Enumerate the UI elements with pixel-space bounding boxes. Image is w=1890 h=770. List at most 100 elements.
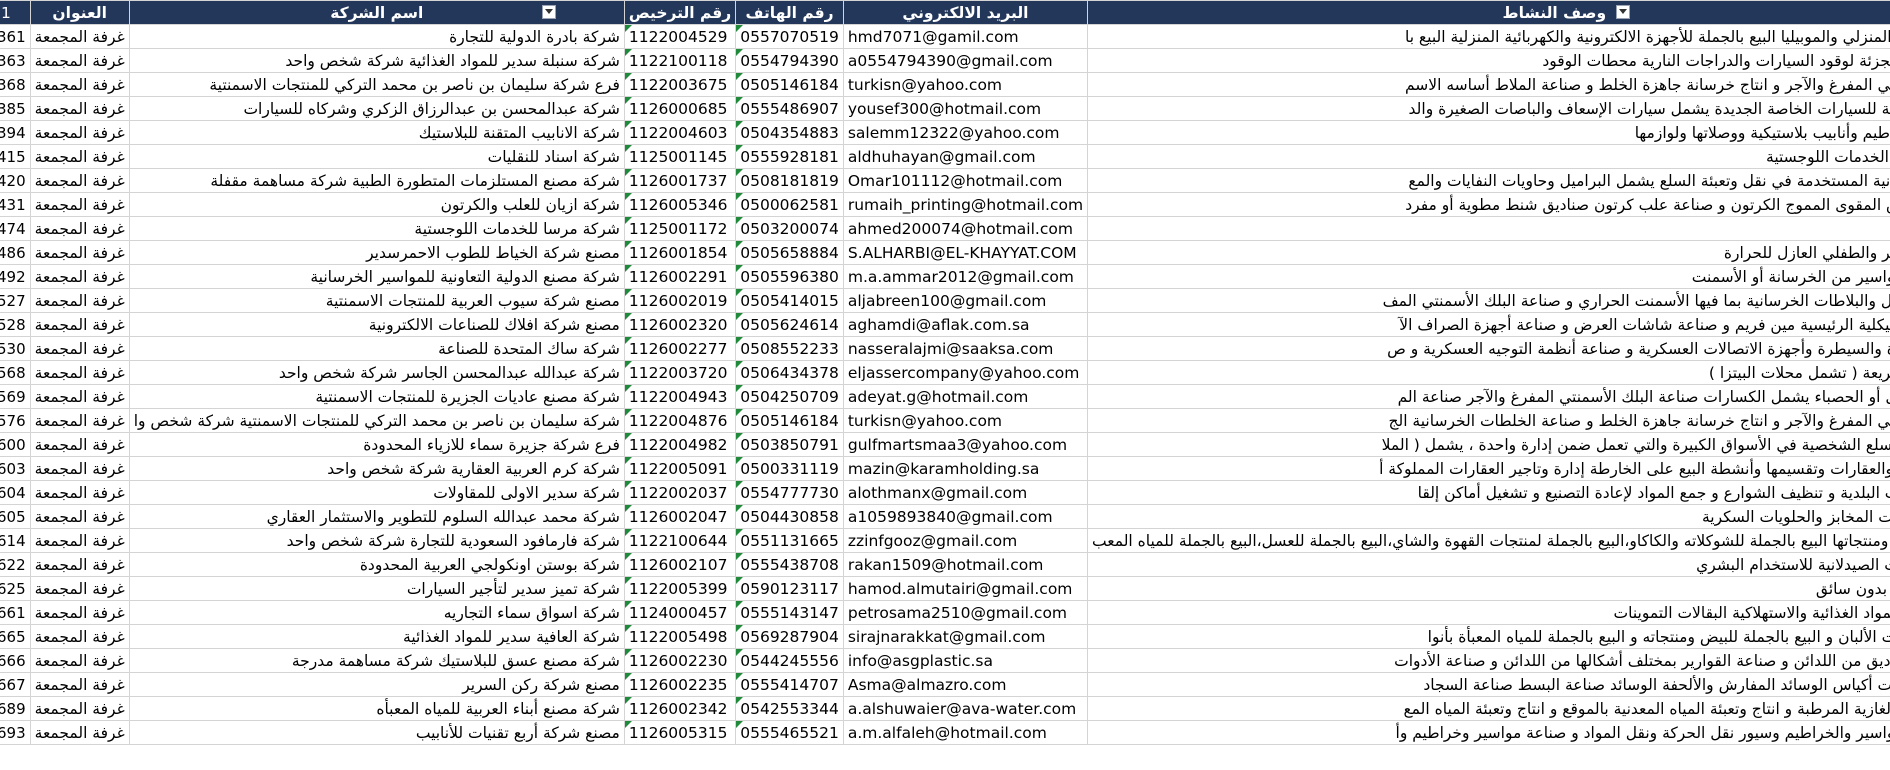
row-number[interactable]: 492 (0, 264, 31, 289)
email-cell[interactable]: aljabreen100@gmail.com (842, 288, 1089, 313)
filter-dropdown-icon[interactable] (541, 5, 556, 19)
company-name-cell[interactable]: شركة بوستن اونكولجي العربية المحدودة (128, 552, 625, 577)
email-cell[interactable]: alothmanx@gmail.com (842, 480, 1089, 505)
title-cell[interactable]: غرفة المجمعة (29, 48, 130, 73)
license-column-header[interactable]: رقم الترخيص (623, 0, 737, 25)
phone-number-cell[interactable]: 0555143147 (735, 600, 844, 625)
email-cell[interactable]: eljassercompany@yahoo.com (842, 360, 1089, 385)
email-column-header[interactable]: البريد الالكتروني (842, 0, 1089, 25)
activity-description-cell[interactable]: البيع بالجملة لمنتجات الألبان و البيع با… (1087, 624, 1890, 649)
title-cell[interactable]: غرفة المجمعة (29, 264, 130, 289)
company-name-cell[interactable]: شركة محمد عبدالله السلوم للتطوير والاستث… (128, 504, 625, 529)
email-cell[interactable]: turkisn@yahoo.com (842, 408, 1089, 433)
company-name-cell[interactable]: شركة عبدالله عبدالمحسن الجاسر شركة شخص و… (128, 360, 625, 385)
company-name-cell[interactable]: مصنع شركة ركن السرير (128, 672, 625, 697)
license-number-cell[interactable]: 1122100118 (623, 48, 737, 73)
phone-number-cell[interactable]: 0569287904 (735, 624, 844, 649)
email-cell[interactable]: aghamdi@aflak.com.sa (842, 312, 1089, 337)
title-cell[interactable]: غرفة المجمعة (29, 360, 130, 385)
company-name-cell[interactable]: شركة فارمافود السعودية للتجارة شركة شخص … (128, 528, 625, 553)
activity-description-cell[interactable]: صناعة الورق والورق المقوى المموج الكرتون… (1087, 192, 1890, 217)
company-name-cell[interactable]: شركة ساك المتحدة للصناعة (128, 336, 625, 361)
email-cell[interactable]: gulfmartsmaa3@yahoo.com (842, 432, 1089, 457)
company-column-header[interactable]: اسم الشركة (128, 0, 625, 25)
license-number-cell[interactable]: 1122004876 (623, 408, 737, 433)
activity-description-cell[interactable]: الأسواق المركزية للمواد الغذائية والاسته… (1087, 600, 1890, 625)
email-cell[interactable]: info@asgplastic.sa (842, 648, 1089, 673)
row-number-header[interactable]: 1 (0, 0, 31, 25)
activity-description-cell[interactable]: صناعة الأنابيب والمواسير والخراطيم وسيور… (1087, 720, 1890, 745)
email-cell[interactable]: a.m.alfaleh@hotmail.com (842, 720, 1089, 745)
row-number[interactable]: 385 (0, 96, 31, 121)
company-name-cell[interactable]: شركة اسناد للنقليات (128, 144, 625, 169)
activity-description-cell[interactable]: صناعة البلك الأسمنتي المفرغ والآجر و انت… (1087, 72, 1890, 97)
activity-description-cell[interactable]: صناعة أنظمة القيادة والسيطرة وأجهزة الات… (1087, 336, 1890, 361)
company-name-cell[interactable]: شركة العافية سدير للمواد الغذائية (128, 624, 625, 649)
activity-description-cell[interactable]: البيع بالتجزئة لمنتجات المخابز والحلويات… (1087, 504, 1890, 529)
title-cell[interactable]: غرفة المجمعة (29, 312, 130, 337)
email-cell[interactable]: adeyat.g@hotmail.com (842, 384, 1089, 409)
company-name-cell[interactable]: فرع شركة سليمان بن ناصر بن محمد التركي ل… (128, 72, 625, 97)
title-cell[interactable]: غرفة المجمعة (29, 648, 130, 673)
phone-number-cell[interactable]: 0554794390 (735, 48, 844, 73)
title-cell[interactable]: غرفة المجمعة (29, 216, 130, 241)
company-name-cell[interactable]: شركة الانابيب المتقنة للبلاستيك (128, 120, 625, 145)
phone-number-cell[interactable]: 0505146184 (735, 72, 844, 97)
row-number[interactable]: 568 (0, 360, 31, 385)
title-cell[interactable]: غرفة المجمعة (29, 528, 130, 553)
email-cell[interactable]: aldhuhayan@gmail.com (842, 144, 1089, 169)
row-number[interactable]: 415 (0, 144, 31, 169)
phone-number-cell[interactable]: 0554777730 (735, 480, 844, 505)
email-cell[interactable]: mazin@karamholding.sa (842, 456, 1089, 481)
email-cell[interactable]: a0554794390@gmail.com (842, 48, 1089, 73)
row-number[interactable]: 622 (0, 552, 31, 577)
row-number[interactable]: 569 (0, 384, 31, 409)
title-cell[interactable]: غرفة المجمعة (29, 168, 130, 193)
title-cell[interactable]: غرفة المجمعة (29, 432, 130, 457)
row-number[interactable]: 530 (0, 336, 31, 361)
activity-description-cell[interactable]: صناعة الأوعية المعدنية المستخدمة في نقل … (1087, 168, 1890, 193)
email-cell[interactable]: petrosama2510@gmail.com (842, 600, 1089, 625)
row-number[interactable]: 625 (0, 576, 31, 601)
title-cell[interactable]: غرفة المجمعة (29, 600, 130, 625)
phone-number-cell[interactable]: 0551131665 (735, 528, 844, 553)
title-column-header[interactable]: العنوان (29, 0, 130, 25)
phone-number-cell[interactable]: 0500331119 (735, 456, 844, 481)
title-cell[interactable]: غرفة المجمعة (29, 696, 130, 721)
phone-number-cell[interactable]: 0555438708 (735, 552, 844, 577)
phone-number-cell[interactable]: 0500062581 (735, 192, 844, 217)
email-cell[interactable]: rakan1509@hotmail.com (842, 552, 1089, 577)
filter-dropdown-icon[interactable] (1616, 5, 1631, 19)
company-name-cell[interactable]: شركة ازيان للعلب والكرتون (128, 192, 625, 217)
title-cell[interactable]: غرفة المجمعة (29, 72, 130, 97)
license-number-cell[interactable]: 1122004943 (623, 384, 737, 409)
phone-number-cell[interactable]: 0555414707 (735, 672, 844, 697)
license-number-cell[interactable]: 1126002047 (623, 504, 737, 529)
license-number-cell[interactable]: 1122003720 (623, 360, 737, 385)
phone-number-cell[interactable]: 0590123117 (735, 576, 844, 601)
license-number-cell[interactable]: 1122005399 (623, 576, 737, 601)
title-cell[interactable]: غرفة المجمعة (29, 672, 130, 697)
license-number-cell[interactable]: 1126005346 (623, 192, 737, 217)
company-name-cell[interactable]: شركة مصنع الدولية التعاونية للمواسير الخ… (128, 264, 625, 289)
email-cell[interactable]: S.ALHARBI@EL-KHAYYAT.COM (842, 240, 1089, 265)
license-number-cell[interactable]: 1122004529 (623, 24, 737, 49)
activity-description-cell[interactable]: البيع بالجملة للسكر ومنتجاتها البيع بالج… (1087, 528, 1890, 553)
license-number-cell[interactable]: 1126002235 (623, 672, 737, 697)
phone-number-cell[interactable]: 0544245556 (735, 648, 844, 673)
email-cell[interactable]: salemm12322@yahoo.com (842, 120, 1089, 145)
company-name-cell[interactable]: شركة تميز سدير لتأجير السيارات (128, 576, 625, 601)
title-cell[interactable]: غرفة المجمعة (29, 192, 130, 217)
company-name-cell[interactable]: شركة مصنع عسق للبلاستيك شركة مساهمة مدرج… (128, 648, 625, 673)
company-name-cell[interactable]: شركة عبدالمحسن بن عبدالرزاق الزكري وشركا… (128, 96, 625, 121)
title-cell[interactable]: غرفة المجمعة (29, 144, 130, 169)
license-number-cell[interactable]: 1126002107 (623, 552, 737, 577)
phone-number-cell[interactable]: 0505146184 (735, 408, 844, 433)
company-name-cell[interactable]: شركة سليمان بن ناصر بن محمد التركي للمنت… (128, 408, 625, 433)
company-name-cell[interactable]: شركة سنبلة سدير للمواد الغذائية شركة شخص… (128, 48, 625, 73)
license-number-cell[interactable]: 1125001172 (623, 216, 737, 241)
activity-description-cell[interactable]: صناعة العلب والصناديق من اللدائن و صناعة… (1087, 648, 1890, 673)
activity-column-header[interactable]: وصف النشاط (1087, 0, 1890, 25)
activity-description-cell[interactable]: تشغيل مناجم الرمال أو الحصباء يشمل الكسا… (1087, 384, 1890, 409)
license-number-cell[interactable]: 1126005315 (623, 720, 737, 745)
